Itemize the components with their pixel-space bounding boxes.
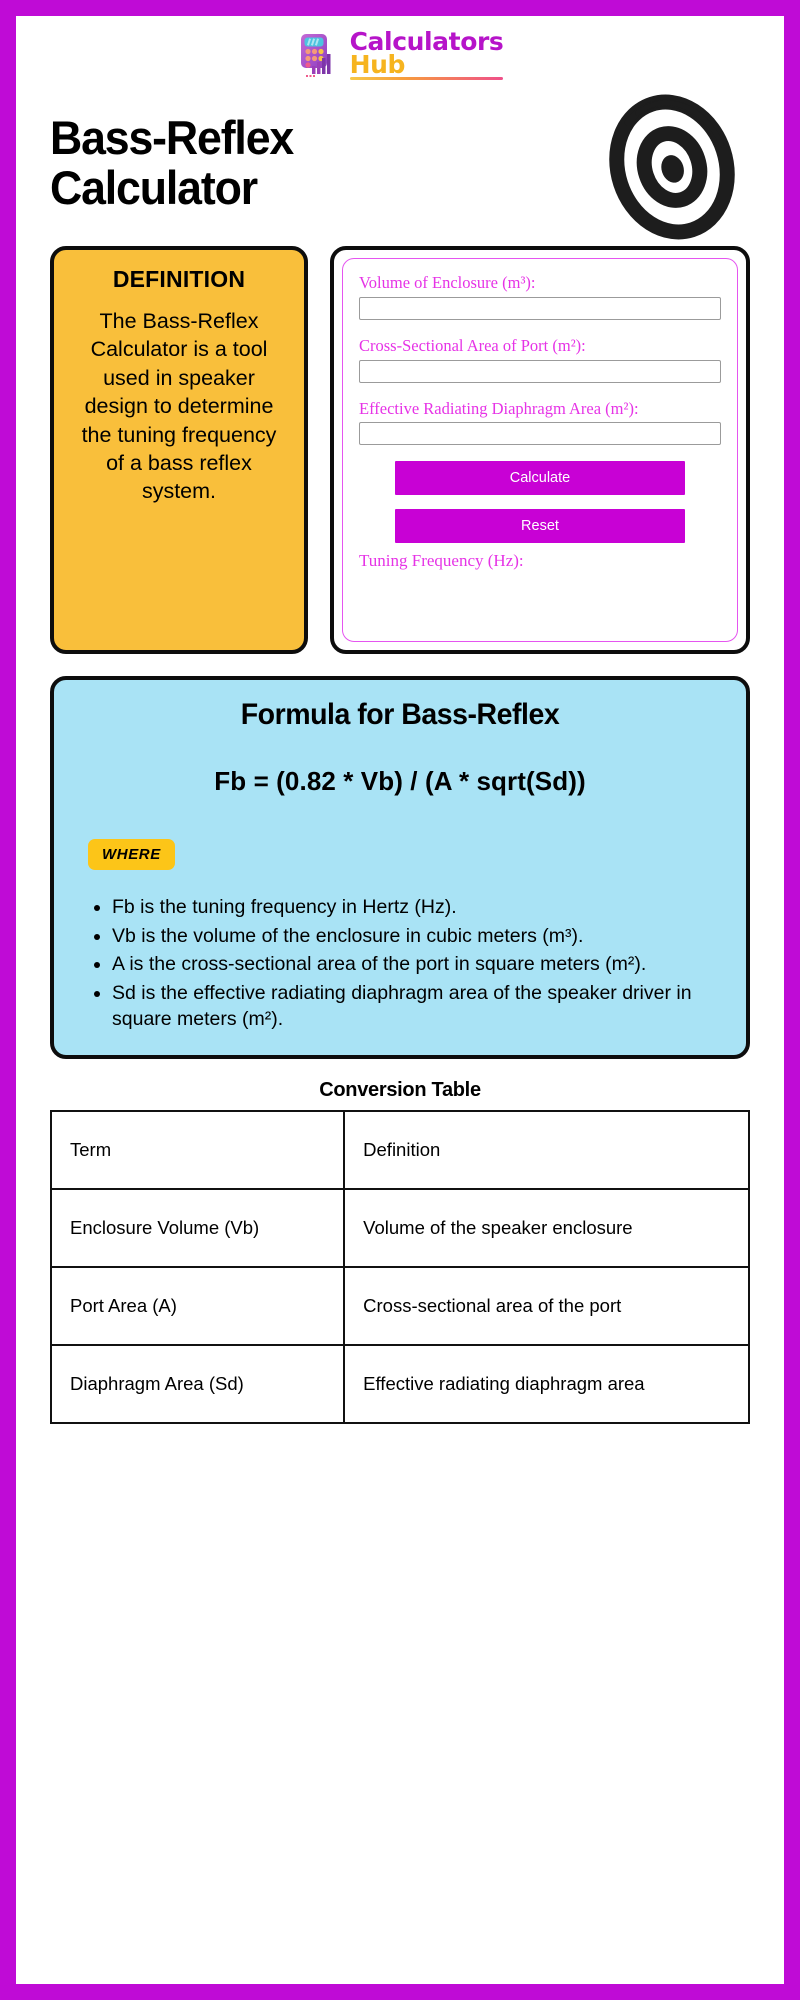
formula-expression: Fb = (0.82 * Vb) / (A * sqrt(Sd)): [214, 766, 586, 796]
formula-card: Formula for Bass-Reflex Fb = (0.82 * Vb)…: [50, 676, 750, 1059]
reset-button[interactable]: Reset: [395, 509, 685, 544]
calculator-chart-logo-icon: [297, 32, 343, 78]
where-badge: WHERE: [88, 839, 175, 870]
where-list: Fb is the tuning frequency in Hertz (Hz)…: [76, 894, 724, 1033]
calculator-form: Volume of Enclosure (m³): Cross-Sectiona…: [342, 258, 738, 642]
list-item: Vb is the volume of the enclosure in cub…: [112, 923, 724, 950]
conversion-table: Term Definition Enclosure Volume (Vb) Vo…: [49, 1109, 750, 1424]
formula-title: Formula for Bass-Reflex: [240, 698, 560, 731]
list-item: Fb is the tuning frequency in Hertz (Hz)…: [112, 894, 724, 921]
site-logo[interactable]: Calculators Hub: [16, 16, 784, 80]
page-title: Bass-Reflex Calculator: [50, 110, 294, 214]
page-content: Calculators Hub Bass-Reflex Calculator D…: [16, 16, 784, 1984]
table-row: Port Area (A) Cross-sectional area of th…: [49, 1265, 750, 1346]
volume-input[interactable]: [359, 296, 721, 320]
logo-line-2: Hub: [349, 50, 406, 79]
column-header-definition: Definition: [343, 1109, 750, 1190]
page-header: Bass-Reflex Calculator: [16, 80, 784, 240]
diaphragm-area-input[interactable]: [359, 422, 721, 446]
definition-title: DEFINITION: [112, 266, 246, 292]
diaphragm-area-field-label: Effective Radiating Diaphragm Area (m²):: [359, 398, 639, 418]
table-row: Diaphragm Area (Sd) Effective radiating …: [49, 1343, 750, 1424]
table-cell-definition: Volume of the speaker enclosure: [343, 1187, 750, 1268]
port-area-input[interactable]: [359, 359, 721, 383]
logo-wordmark: Calculators Hub: [349, 29, 504, 80]
definition-body: The Bass-Reflex Calculator is a tool use…: [81, 309, 277, 504]
definition-card: DEFINITION The Bass-Reflex Calculator is…: [50, 246, 308, 654]
column-header-term: Term: [49, 1109, 346, 1190]
table-cell-term: Enclosure Volume (Vb): [49, 1187, 346, 1268]
table-row: Enclosure Volume (Vb) Volume of the spea…: [49, 1187, 750, 1268]
table-header-row: Term Definition: [49, 1109, 750, 1190]
table-cell-definition: Cross-sectional area of the port: [343, 1265, 750, 1346]
port-area-field-label: Cross-Sectional Area of Port (m²):: [359, 335, 586, 355]
calculator-card: Volume of Enclosure (m³): Cross-Sectiona…: [330, 246, 750, 654]
list-item: A is the cross-sectional area of the por…: [112, 951, 724, 978]
table-cell-term: Diaphragm Area (Sd): [49, 1343, 346, 1424]
page-frame: Calculators Hub Bass-Reflex Calculator D…: [0, 0, 800, 2000]
table-cell-term: Port Area (A): [49, 1265, 346, 1346]
cards-row: DEFINITION The Bass-Reflex Calculator is…: [16, 230, 784, 654]
result-label: Tuning Frequency (Hz):: [359, 551, 524, 571]
speaker-driver-icon: [604, 83, 740, 243]
calculate-button[interactable]: Calculate: [395, 461, 685, 496]
table-cell-definition: Effective radiating diaphragm area: [343, 1343, 750, 1424]
conversion-table-heading: Conversion Table: [319, 1078, 481, 1101]
list-item: Sd is the effective radiating diaphragm …: [112, 980, 724, 1033]
volume-field-label: Volume of Enclosure (m³):: [359, 273, 536, 292]
